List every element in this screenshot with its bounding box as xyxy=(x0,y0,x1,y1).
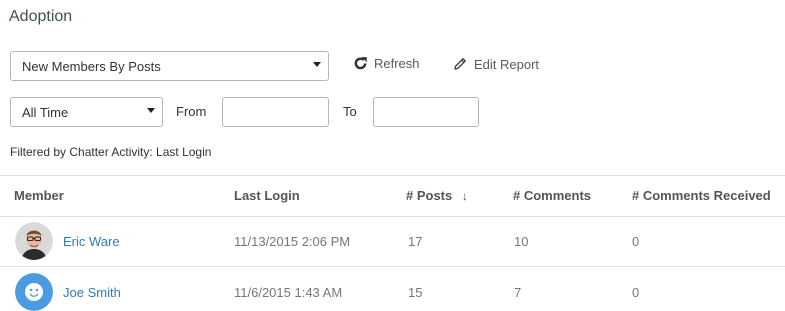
refresh-icon xyxy=(354,57,367,70)
page-title: Adoption xyxy=(9,8,73,25)
pencil-icon xyxy=(454,58,466,70)
person-photo-icon xyxy=(15,222,53,260)
comments-cell: 10 xyxy=(514,234,529,249)
column-header-comments-received[interactable]: # Comments Received xyxy=(632,188,771,203)
column-header-posts[interactable]: # Posts ↓ xyxy=(406,188,468,203)
to-date-input[interactable] xyxy=(373,97,479,127)
posts-cell: 17 xyxy=(408,234,423,249)
from-date-input[interactable] xyxy=(222,97,329,127)
filter-description: Filtered by Chatter Activity: Last Login xyxy=(10,145,212,159)
column-header-comments[interactable]: # Comments xyxy=(513,188,591,203)
row-divider xyxy=(0,266,785,267)
last-login-cell: 11/6/2015 1:43 AM xyxy=(234,285,343,300)
column-header-last-login[interactable]: Last Login xyxy=(234,188,300,203)
comments-received-cell: 0 xyxy=(632,234,640,249)
avatar[interactable] xyxy=(15,222,53,260)
comments-cell: 7 xyxy=(514,285,522,300)
posts-cell: 15 xyxy=(408,285,423,300)
table-header-divider xyxy=(0,216,785,217)
edit-report-label: Edit Report xyxy=(474,57,540,72)
sort-descending-icon: ↓ xyxy=(461,189,468,203)
member-name-link[interactable]: Joe Smith xyxy=(63,285,121,300)
date-range-value: All Time xyxy=(22,105,69,120)
chevron-down-icon xyxy=(313,62,321,67)
column-header-member[interactable]: Member xyxy=(14,188,64,203)
comments-received-cell: 0 xyxy=(632,285,640,300)
date-range-select[interactable]: All Time xyxy=(10,97,163,127)
smiley-face-icon xyxy=(15,273,53,311)
member-name-link[interactable]: Eric Ware xyxy=(63,234,120,249)
report-select[interactable]: New Members By Posts xyxy=(10,51,329,81)
refresh-button[interactable]: Refresh xyxy=(353,56,420,71)
table-top-divider xyxy=(0,175,785,176)
report-select-value: New Members By Posts xyxy=(22,59,161,74)
last-login-cell: 11/13/2015 2:06 PM xyxy=(234,234,351,249)
to-label: To xyxy=(343,104,357,119)
column-header-posts-label: # Posts xyxy=(406,188,453,203)
refresh-label: Refresh xyxy=(374,56,420,71)
from-label: From xyxy=(176,104,207,119)
chevron-down-icon xyxy=(147,108,155,113)
avatar[interactable] xyxy=(15,273,53,311)
edit-report-button[interactable]: Edit Report xyxy=(452,56,539,72)
